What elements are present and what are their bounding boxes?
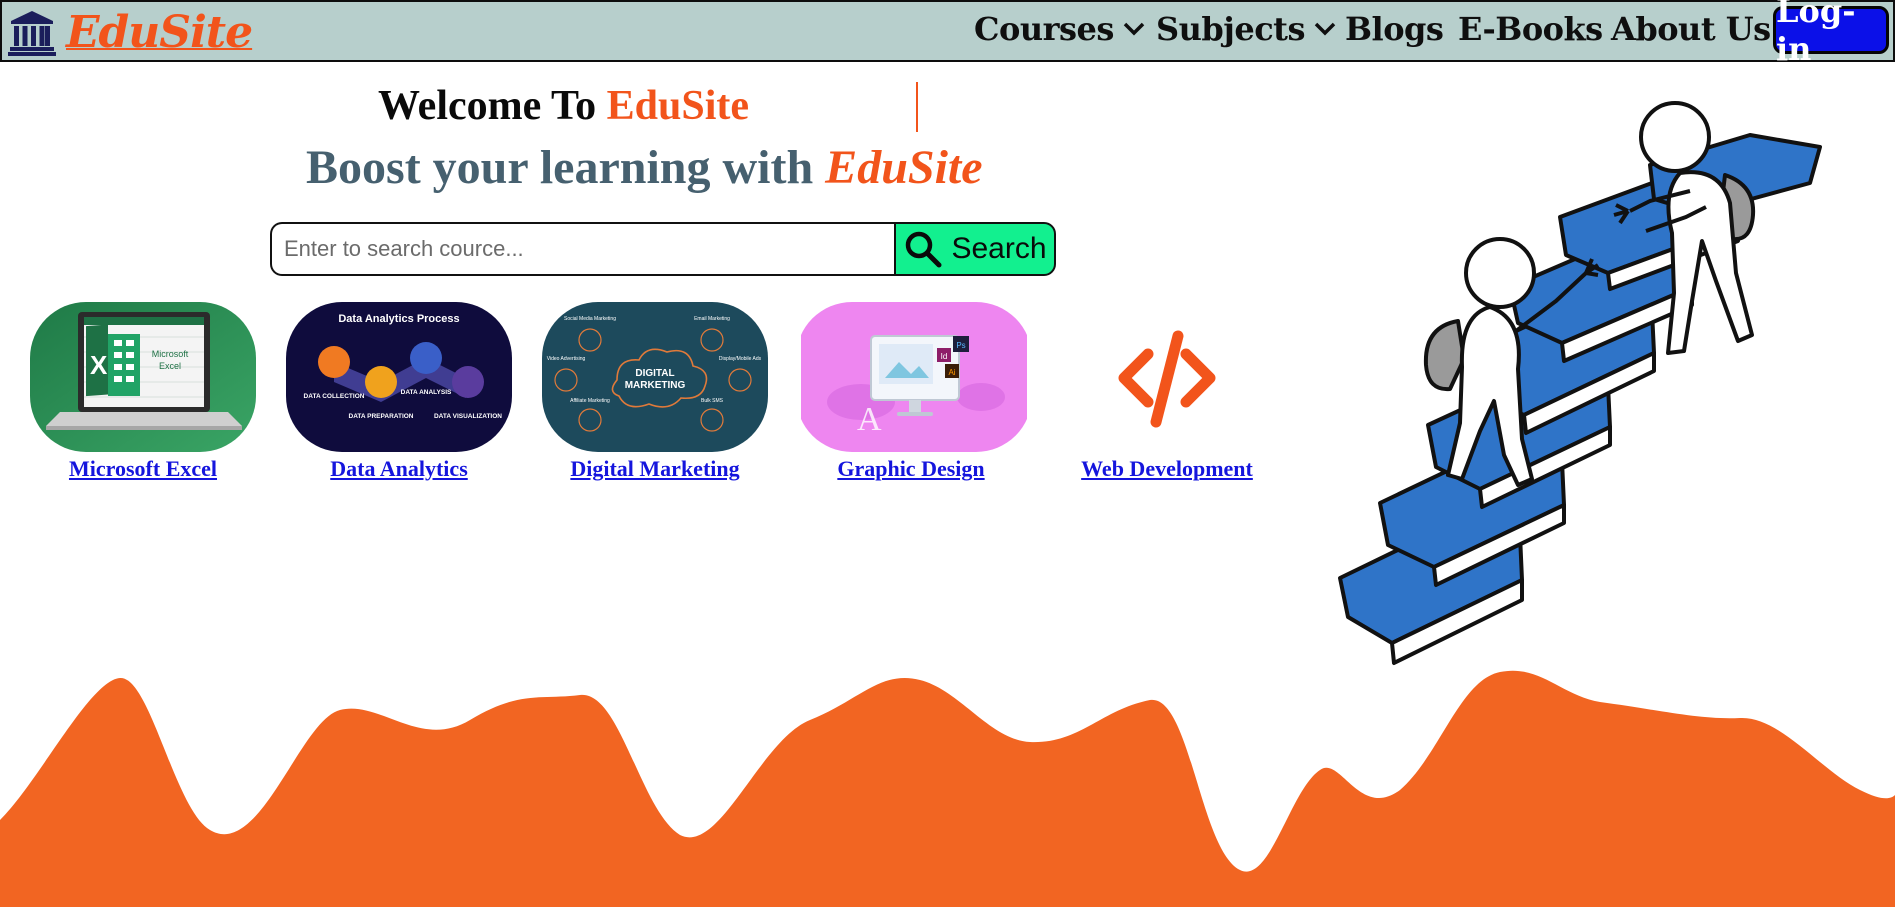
search-input[interactable] xyxy=(270,222,894,276)
helping-hand-illustration xyxy=(1338,101,1822,665)
dm-image-title-2: MARKETING xyxy=(625,380,686,391)
chevron-down-icon xyxy=(1314,22,1336,36)
dm-image-title-1: DIGITAL xyxy=(635,368,674,379)
tagline-heading: Boost your learning with EduSite xyxy=(306,140,983,195)
graphic-design-course-image[interactable]: Id Ps Ai A xyxy=(796,302,1032,452)
dm-label-5: Affiliate Marketing xyxy=(570,398,610,404)
code-icon[interactable] xyxy=(1054,302,1280,452)
nav-subjects[interactable]: Subjects xyxy=(1156,10,1337,48)
nav-about-us-label: About Us xyxy=(1611,10,1771,48)
course-link-data-analytics[interactable]: Data Analytics xyxy=(284,456,514,482)
svg-text:A: A xyxy=(857,401,882,438)
dm-label-4: Display/Mobile Ads xyxy=(719,356,762,362)
analytics-step-3: DATA ANALYSIS xyxy=(401,389,452,396)
dm-label-3: Video Advertising xyxy=(547,356,586,362)
nav-about-us[interactable]: About Us xyxy=(1611,10,1771,48)
dm-label-1: Social Media Marketing xyxy=(564,316,616,322)
data-analytics-course-image[interactable]: Data Analytics Process DATA COLLECTION D… xyxy=(286,302,512,452)
analytics-step-1: DATA COLLECTION xyxy=(304,393,365,400)
nav-blogs[interactable]: Blogs xyxy=(1345,10,1444,48)
course-link-graphic-design[interactable]: Graphic Design xyxy=(796,456,1026,482)
nav-blogs-label: Blogs xyxy=(1345,10,1444,48)
tagline-brand: EduSite xyxy=(825,141,983,194)
analytics-image-title: Data Analytics Process xyxy=(338,313,459,325)
tagline-prefix: Boost your learning with xyxy=(306,141,826,194)
brand-logo[interactable]: EduSite xyxy=(8,6,253,58)
nav-subjects-label: Subjects xyxy=(1156,10,1305,48)
chevron-down-icon xyxy=(1123,22,1145,36)
welcome-brand: EduSite xyxy=(606,83,750,129)
welcome-heading: Welcome To EduSite xyxy=(378,82,749,130)
brand-name: EduSite xyxy=(66,6,253,58)
analytics-step-2: DATA PREPARATION xyxy=(349,413,414,420)
excel-course-image[interactable]: X Microsoft Excel xyxy=(30,302,256,452)
institution-icon xyxy=(8,11,56,56)
dm-label-2: Email Marketing xyxy=(694,316,730,322)
course-card-web-development[interactable]: Web Development xyxy=(1052,302,1282,481)
search-button-label: Search xyxy=(951,232,1047,265)
excel-image-text-1: Microsoft xyxy=(152,349,189,359)
dm-label-6: Bulk SMS xyxy=(701,398,724,404)
gd-ai-text: Ai xyxy=(948,368,955,377)
search-icon xyxy=(906,231,942,268)
welcome-prefix: Welcome To xyxy=(378,83,607,129)
course-link-web-development[interactable]: Web Development xyxy=(1052,456,1282,482)
gd-ps-text: Ps xyxy=(956,341,965,350)
course-link-digital-marketing[interactable]: Digital Marketing xyxy=(540,456,770,482)
nav-ebooks[interactable]: E-Books xyxy=(1458,10,1603,48)
digital-marketing-course-image[interactable]: DIGITAL MARKETING Social Media Marketing… xyxy=(542,302,768,452)
search-button[interactable]: Search xyxy=(894,222,1056,276)
nav-ebooks-label: E-Books xyxy=(1458,10,1603,48)
gd-id-text: Id xyxy=(941,352,948,361)
excel-image-text-2: Excel xyxy=(159,361,181,371)
login-button[interactable]: Log-in xyxy=(1773,0,1889,68)
analytics-step-4: DATA VISUALIZATION xyxy=(434,413,502,420)
nav-courses-label: Courses xyxy=(974,10,1114,48)
course-card-excel[interactable]: X Microsoft Excel Microsoft Excel xyxy=(28,302,258,481)
typing-cursor xyxy=(916,82,918,132)
navbar: EduSite Courses Subjects Blogs E-Books A… xyxy=(0,0,1895,68)
course-card-digital-marketing[interactable]: DIGITAL MARKETING Social Media Marketing… xyxy=(540,302,770,481)
course-card-graphic-design[interactable]: Id Ps Ai A Graphic Design xyxy=(796,302,1027,481)
course-card-data-analytics[interactable]: Data Analytics Process DATA COLLECTION D… xyxy=(284,302,514,481)
course-link-excel[interactable]: Microsoft Excel xyxy=(28,456,258,482)
svg-text:X: X xyxy=(90,350,108,380)
nav-courses[interactable]: Courses xyxy=(974,10,1146,48)
